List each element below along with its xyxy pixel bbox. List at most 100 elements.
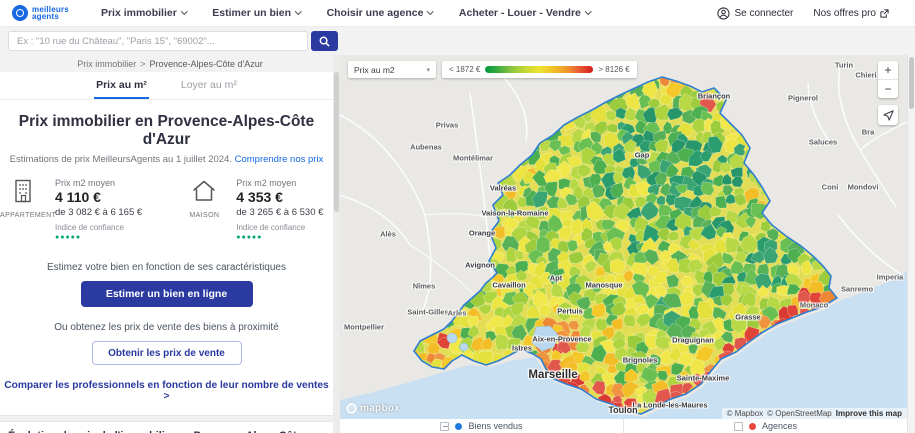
nav-estimer-un-bien[interactable]: Estimer un bien: [212, 7, 302, 19]
search-icon: [319, 36, 330, 47]
section-divider: [0, 415, 333, 422]
nav-prix-immobilier[interactable]: Prix immobilier: [100, 7, 188, 19]
confidence-dots: ●●●●●: [236, 234, 263, 241]
price-color-legend: < 1872 € > 8126 €: [442, 61, 637, 78]
house-icon-block: MAISON: [182, 178, 228, 241]
pro-offers-label: Nos offres pro: [813, 7, 876, 19]
sidebar-scrollbar-thumb[interactable]: [334, 72, 339, 212]
choropleth-map: [340, 55, 907, 419]
sale-prices-helper-text: Ou obtenez les prix de vente des biens à…: [54, 322, 279, 333]
breadcrumb-separator: >: [140, 58, 146, 69]
mapbox-logo[interactable]: mapbox: [346, 403, 400, 414]
external-link-icon: [880, 8, 889, 18]
apartment-type-label: APPARTEMENT: [0, 212, 57, 219]
agencies-checkbox[interactable]: [733, 421, 743, 431]
house-average-price: 4 353 €: [236, 189, 283, 205]
nav-acheter-louer-vendre[interactable]: Acheter - Louer - Vendre: [458, 7, 592, 19]
legend-max-label: > 8126 €: [598, 65, 630, 74]
tab-prix-au-m2[interactable]: Prix au m²: [94, 79, 149, 99]
map-attribution: © Mapbox © OpenStreetMap Improve this ma…: [721, 408, 907, 419]
search-input[interactable]: [8, 31, 308, 51]
login-button[interactable]: Se connecter: [717, 6, 794, 20]
map-price-filter-dropdown[interactable]: Prix au m2 ▾: [348, 61, 436, 78]
chevron-down-icon: [180, 8, 188, 15]
chevron-down-icon: [295, 8, 302, 15]
pro-offers-link[interactable]: Nos offres pro: [813, 8, 889, 19]
confidence-dots: ●●●●●: [55, 234, 82, 241]
page-scrollbar-thumb[interactable]: [909, 57, 914, 109]
nav-item-label: Prix immobilier: [100, 7, 177, 19]
price-label: Prix m2 moyen: [236, 178, 297, 188]
agencies-legend[interactable]: Agences: [624, 419, 907, 433]
main-nav: Prix immobilier Estimer un bien Choisir …: [101, 7, 718, 19]
nav-item-label: Choisir une agence: [326, 7, 424, 19]
attrib-osm-link[interactable]: © OpenStreetMap: [767, 409, 832, 418]
apartment-price-info: Prix m2 moyen 4 110 € de 3 082 € à 6 165…: [55, 178, 152, 241]
mapbox-logo-icon: [346, 403, 357, 414]
house-price-range: de 3 265 € à 6 530 €: [236, 207, 324, 218]
legend-min-label: < 1872 €: [449, 65, 481, 74]
breadcrumb[interactable]: Prix immobilier > Provence-Alpes-Côte d'…: [0, 55, 340, 72]
chevron-down-icon: ▾: [426, 66, 430, 74]
attrib-mapbox-link[interactable]: © Mapbox: [727, 409, 764, 418]
chevron-down-icon: [584, 8, 592, 15]
brand-logo-icon: [12, 5, 28, 21]
nav-choisir-une-agence[interactable]: Choisir une agence: [326, 7, 434, 19]
estimate-helper-text: Estimez votre bien en fonction de ses ca…: [46, 262, 286, 273]
house-icon: [193, 180, 216, 201]
sold-properties-dot: [455, 422, 463, 430]
confidence-label: Indice de confiance: [55, 223, 124, 232]
brand-name: meilleurs agents: [32, 5, 69, 21]
sidebar-scrollbar[interactable]: [333, 55, 340, 433]
price-cards: APPARTEMENT Prix m2 moyen 4 110 € de 3 0…: [0, 178, 333, 241]
evolution-section-title: Évolution du prix de l'immobilier en Pro…: [0, 422, 333, 433]
subtitle-text: Estimations de prix MeilleursAgents au 1…: [9, 154, 232, 165]
mapbox-wordmark: mapbox: [360, 403, 401, 414]
sold-properties-label: Biens vendus: [468, 421, 523, 431]
agencies-label: Agences: [761, 421, 798, 431]
compare-professionals-link[interactable]: Comparer les professionnels en fonction …: [0, 380, 333, 402]
price-panel: Prix au m² Loyer au m² Prix immobilier e…: [0, 72, 333, 433]
sold-properties-legend[interactable]: Biens vendus: [340, 419, 623, 433]
search-bar: [0, 27, 915, 55]
chevron-down-icon: [427, 8, 434, 15]
house-confidence: Indice de confiance ●●●●●: [236, 223, 333, 241]
price-tabs: Prix au m² Loyer au m²: [0, 72, 333, 100]
get-sale-prices-button[interactable]: Obtenir les prix de vente: [91, 341, 242, 365]
legend-gradient-bar: [485, 66, 594, 73]
apartment-price-card: APPARTEMENT Prix m2 moyen 4 110 € de 3 0…: [0, 178, 152, 241]
map-filter-value: Prix au m2: [354, 64, 395, 75]
navigation-arrow-icon: [882, 109, 894, 121]
map-canvas[interactable]: Privas Aubenas Montélimar Alès Nîmes Saint-Gi…: [340, 55, 907, 419]
zoom-in-button[interactable]: +: [878, 61, 898, 79]
map-zoom-controls: + −: [878, 61, 898, 98]
brand-logo[interactable]: meilleurs agents: [12, 5, 69, 21]
search-button[interactable]: [311, 31, 338, 51]
house-price-card: MAISON Prix m2 moyen 4 353 € de 3 265 € …: [182, 178, 334, 241]
page-subtitle: Estimations de prix MeilleursAgents au 1…: [0, 154, 333, 165]
login-label: Se connecter: [734, 7, 794, 19]
understand-prices-link[interactable]: Comprendre nos prix: [235, 154, 324, 165]
geolocate-button[interactable]: [878, 105, 898, 125]
agencies-dot: [748, 422, 756, 430]
page-scrollbar[interactable]: [907, 55, 915, 433]
nav-item-label: Acheter - Louer - Vendre: [458, 7, 581, 19]
sold-properties-checkbox[interactable]: [440, 421, 450, 431]
brand-name-line2: agents: [32, 12, 59, 21]
zoom-out-button[interactable]: −: [878, 80, 898, 98]
estimate-online-button[interactable]: Estimer un bien en ligne: [80, 281, 253, 307]
price-label: Prix m2 moyen: [55, 178, 116, 188]
left-panel: Prix immobilier > Provence-Alpes-Côte d'…: [0, 55, 340, 433]
improve-map-link[interactable]: Improve this map: [836, 409, 902, 418]
nav-right: Se connecter Nos offres pro: [717, 6, 889, 20]
breadcrumb-current: Provence-Alpes-Côte d'Azur: [149, 58, 263, 69]
tab-loyer-au-m2[interactable]: Loyer au m²: [179, 79, 239, 99]
house-price-info: Prix m2 moyen 4 353 € de 3 265 € à 6 530…: [236, 178, 333, 241]
nav-item-label: Estimer un bien: [212, 7, 292, 19]
user-icon: [717, 6, 731, 20]
house-type-label: MAISON: [189, 212, 220, 219]
breadcrumb-parent[interactable]: Prix immobilier: [77, 59, 136, 69]
map-layers-bar: Biens vendus Agences: [340, 419, 907, 433]
page-title: Prix immobilier en Provence-Alpes-Côte d…: [18, 113, 315, 148]
apartment-average-price: 4 110 €: [55, 189, 101, 205]
